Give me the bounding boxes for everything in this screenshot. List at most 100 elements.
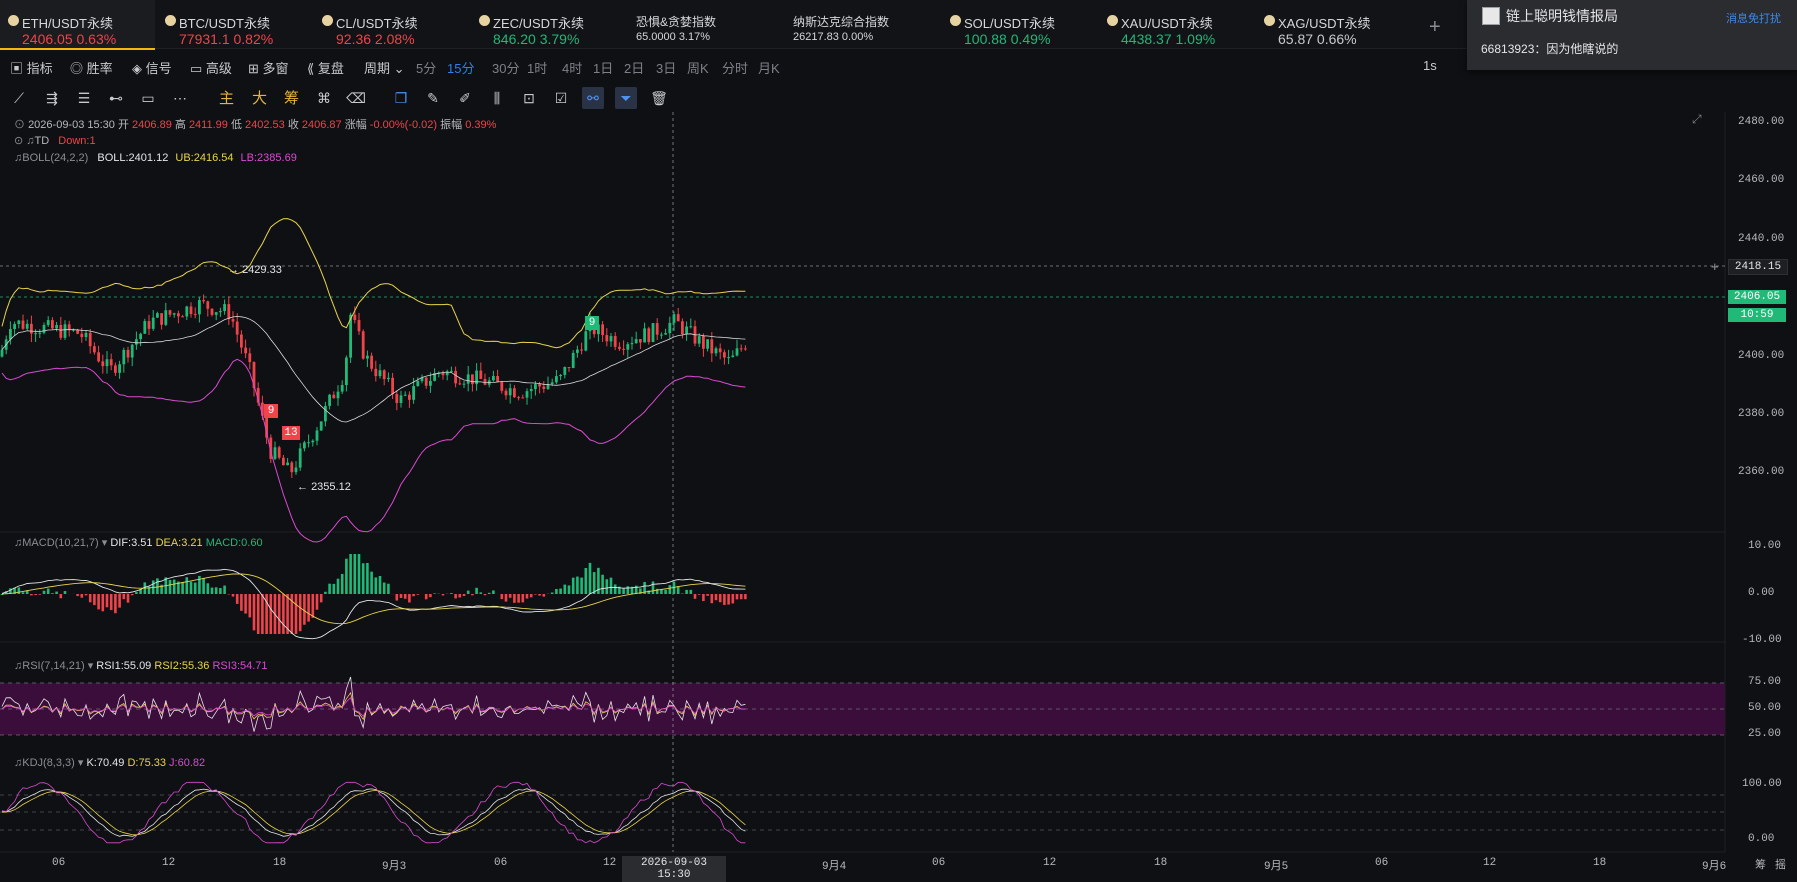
speed-label[interactable]: 1s	[1423, 58, 1437, 73]
macd-bar	[404, 594, 407, 599]
ticker-8[interactable]: XAG/USDT永续65.87 0.66%	[1256, 0, 1411, 48]
more-icon[interactable]: ⋯	[169, 87, 191, 109]
crosshair-plus-icon[interactable]: +	[1711, 259, 1719, 274]
ray-icon[interactable]: ⊷	[105, 87, 127, 109]
candle-body	[568, 367, 571, 368]
ticker-6[interactable]: SOL/USDT永续100.88 0.49%	[942, 0, 1097, 48]
expand-icon[interactable]: ⤢	[1692, 112, 1702, 127]
candle-body	[89, 333, 92, 346]
macd-bar	[89, 594, 92, 602]
candle-body	[236, 322, 239, 335]
eraser-icon[interactable]: ⌫	[345, 87, 367, 109]
hline-icon[interactable]: ⇶	[41, 87, 63, 109]
candle-body	[244, 348, 247, 354]
filter-icon[interactable]: ⏷	[615, 87, 637, 109]
ticker-5[interactable]: 纳斯达克综合指数26217.83 0.00%	[785, 0, 940, 48]
macd-bar	[85, 594, 88, 595]
advanced-button[interactable]: ▭ 高级	[190, 58, 232, 77]
macd-bar	[131, 594, 134, 595]
macd-bar	[39, 594, 42, 595]
candle-body	[584, 331, 587, 350]
corner-label-2[interactable]: 摇	[1775, 856, 1786, 872]
interval-7[interactable]: 3日	[656, 58, 676, 77]
macd-bar	[551, 592, 554, 594]
multi-window-button[interactable]: ⊞ 多窗	[248, 58, 289, 77]
indicator-tick: 25.00	[1748, 728, 1781, 740]
corner-label-1[interactable]: 筹	[1755, 856, 1766, 872]
candle-body	[731, 356, 734, 358]
candle-body	[185, 306, 188, 316]
trendline-icon[interactable]: ⟋	[8, 87, 30, 109]
trash-icon[interactable]: 🗑	[648, 87, 670, 109]
macd-bar	[614, 584, 617, 594]
ticker-4[interactable]: 恐惧&贪婪指数65.0000 3.17%	[628, 0, 783, 48]
candle-body	[736, 348, 739, 355]
fib-icon[interactable]: ☰	[73, 87, 95, 109]
indicators-button[interactable]: ▣ 指标	[10, 58, 53, 77]
interval-3[interactable]: 1时	[527, 58, 547, 77]
candle-body	[64, 324, 67, 337]
copy-icon[interactable]: ❐	[390, 87, 412, 109]
ticker-7[interactable]: XAU/USDT永续4438.37 1.09%	[1099, 0, 1254, 48]
mute-button[interactable]: 消息免打扰	[1726, 10, 1781, 26]
macd-bar	[610, 578, 613, 594]
interval-2[interactable]: 30分	[492, 58, 519, 77]
interval-4[interactable]: 4时	[562, 58, 582, 77]
candles-icon[interactable]: ⫼	[486, 87, 508, 109]
interval-9[interactable]: 分时	[722, 58, 748, 77]
crosshair-time-label: 2026-09-03 15:30	[622, 856, 726, 882]
time-tick: 12	[162, 857, 175, 869]
macd-bar	[736, 594, 739, 599]
macd-bar	[219, 588, 222, 594]
candle-body	[471, 374, 474, 384]
ticker-name: CL/USDT永续	[336, 13, 418, 32]
brush-icon[interactable]: ✐	[454, 87, 476, 109]
chip-toggle[interactable]: 筹	[284, 87, 299, 108]
interval-8[interactable]: 周K	[687, 58, 709, 77]
macd-bar	[30, 594, 33, 595]
chart-area[interactable]: ⊙ 2026-09-03 15:30 开 2406.89 高 2411.99 低…	[0, 112, 1797, 872]
ticker-2[interactable]: CL/USDT永续92.36 2.08%	[314, 0, 469, 48]
macd-bar	[64, 591, 67, 594]
candle-body	[526, 391, 529, 397]
lock-icon[interactable]: ⊡	[518, 87, 540, 109]
ticker-0[interactable]: ETH/USDT永续2406.05 0.63%	[0, 0, 155, 50]
macd-bar	[459, 594, 462, 597]
notification-popup[interactable]: 链上聪明钱情报局 消息免打扰 66813923：因为他瞎说的	[1467, 0, 1797, 70]
td13-badge: 13	[282, 426, 300, 440]
signal-button[interactable]: ◈ 信号	[132, 58, 172, 77]
candle-body	[618, 347, 621, 349]
interval-0[interactable]: 5分	[416, 58, 436, 77]
macd-bar	[484, 594, 487, 595]
pencil-icon[interactable]: ✎	[422, 87, 444, 109]
interval-1[interactable]: 15分	[447, 58, 474, 77]
candle-body	[110, 359, 113, 365]
candle-body	[559, 375, 562, 376]
interval-5[interactable]: 1日	[593, 58, 613, 77]
review-button[interactable]: ⟪ 复盘	[307, 58, 344, 77]
ticker-1[interactable]: BTC/USDT永续77931.1 0.82%	[157, 0, 312, 48]
ticker-3[interactable]: ZEC/USDT永续846.20 3.79%	[471, 0, 626, 48]
candle-body	[160, 313, 163, 325]
boll-upper-line	[2, 219, 745, 348]
macd-bar	[408, 594, 411, 603]
big-toggle[interactable]: 大	[252, 87, 267, 108]
macd-bar	[400, 594, 403, 598]
checklist-icon[interactable]: ☑	[550, 87, 572, 109]
rect-icon[interactable]: ▭	[137, 87, 159, 109]
macd-bar	[732, 594, 735, 603]
add-ticker-button[interactable]: +	[1429, 16, 1441, 39]
candle-body	[232, 319, 235, 321]
link-icon[interactable]: ⚯	[582, 87, 604, 109]
macd-bar	[190, 582, 193, 594]
period-dropdown[interactable]: 周期 ⌄	[364, 58, 405, 77]
magnet-icon[interactable]: ⌘	[313, 87, 335, 109]
interval-6[interactable]: 2日	[624, 58, 644, 77]
macd-bar	[51, 593, 54, 594]
candle-body	[362, 331, 365, 358]
winrate-button[interactable]: ◎ 胜率	[70, 58, 113, 77]
interval-10[interactable]: 月K	[758, 58, 780, 77]
countdown-label: 10:59	[1728, 308, 1786, 322]
main-chart-toggle[interactable]: 主	[219, 87, 234, 108]
candlestick-chart[interactable]	[0, 112, 1797, 872]
